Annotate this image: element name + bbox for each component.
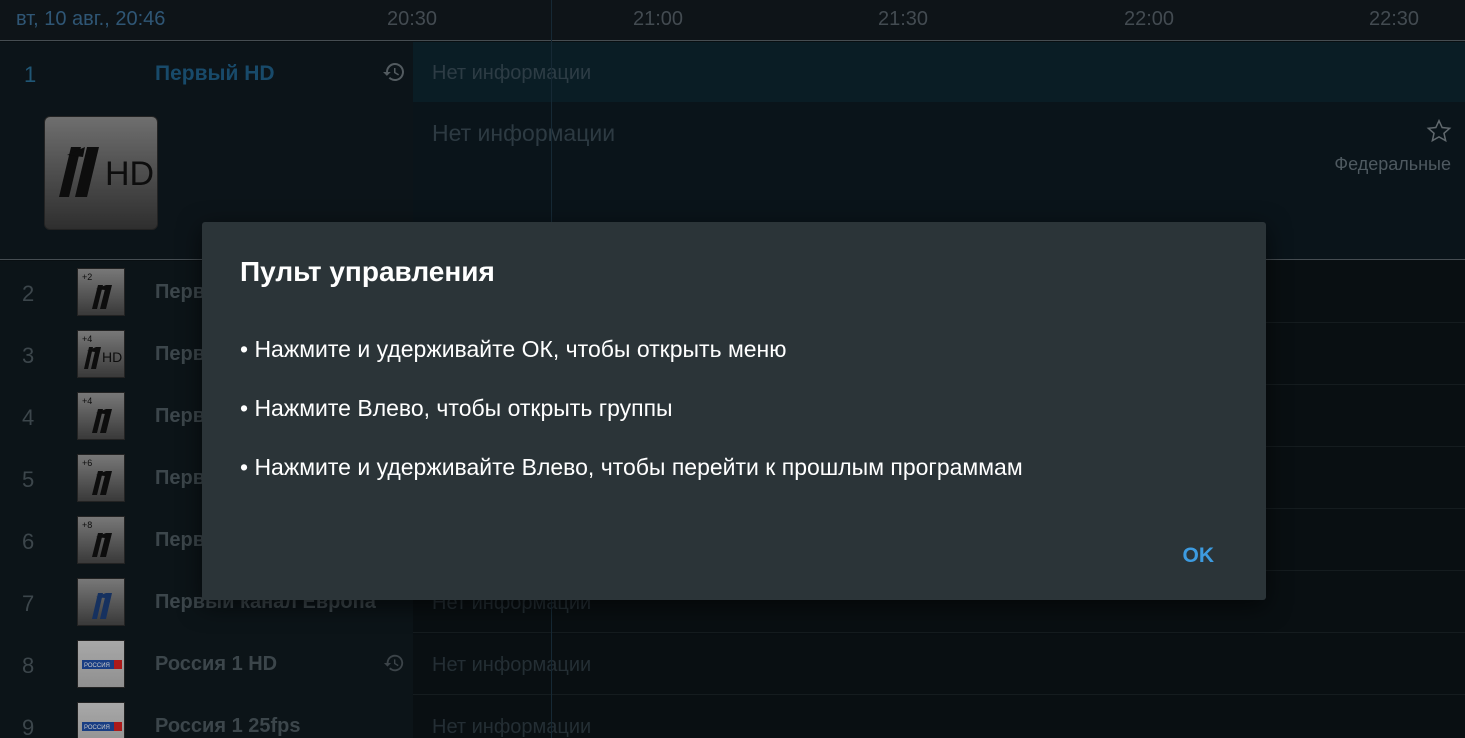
dialog-tip: • Нажмите и удерживайте ОК, чтобы открыт… — [240, 336, 787, 362]
ok-button[interactable]: OK — [1183, 544, 1215, 568]
epg-screen: вт, 10 авг., 20:46 20:30 21:00 21:30 22:… — [0, 0, 1465, 738]
dialog-tip: • Нажмите и удерживайте Влево, чтобы пер… — [240, 454, 1023, 480]
dialog-title: Пульт управления — [240, 256, 495, 287]
remote-control-dialog: Пульт управления • Нажмите и удерживайте… — [202, 222, 1266, 600]
dialog-tip: • Нажмите Влево, чтобы открыть группы — [240, 395, 673, 421]
